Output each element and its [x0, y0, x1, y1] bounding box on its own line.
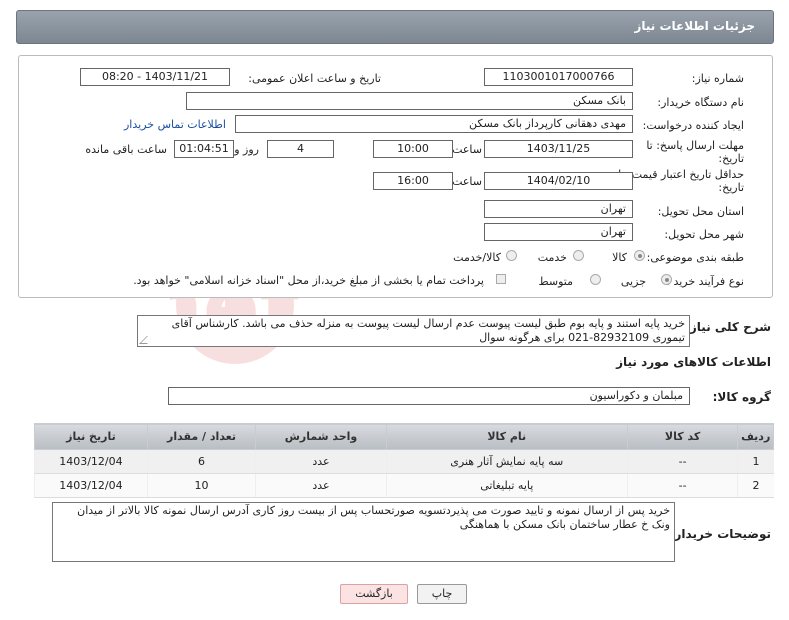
goods-group-field[interactable]: مبلمان و دکوراسیون [168, 387, 690, 405]
validity-label: حداقل تاریخ اعتبار قیمت: تا [618, 168, 744, 181]
creator-field[interactable]: مهدی دهقانی کارپرداز بانک مسکن [235, 115, 633, 133]
item-quantity: 10 [146, 473, 256, 498]
description-textarea[interactable]: خرید پایه استند و پایه بوم طبق لیست پیوس… [137, 315, 690, 347]
page-title: جزئیات اطلاعات نیاز [634, 19, 755, 33]
table-row[interactable]: 2 -- پایه تبلیغاتی عدد 10 1403/12/04 [34, 473, 774, 498]
announce-date-label: تاریخ و ساعت اعلان عمومی: [248, 72, 381, 85]
items-table: ردیف کد کالا نام کالا واحد شمارش تعداد /… [34, 423, 774, 498]
days-field[interactable]: 4 [267, 140, 334, 158]
description-label: شرح کلی نیاز: [685, 320, 771, 334]
deadline-time-label: ساعت [452, 143, 482, 156]
remaining-time-field[interactable]: 01:04:51 [174, 140, 234, 158]
province-label: استان محل تحویل: [657, 205, 744, 218]
column-header: واحد شمارش [255, 423, 387, 450]
column-header: کد کالا [626, 423, 739, 450]
treasury-payment-text: پرداخت تمام یا بخشی از مبلغ خرید،از محل … [133, 274, 484, 287]
item-unit: عدد [255, 473, 387, 498]
category-option-goods: کالا [612, 251, 627, 264]
validity-date-label: تاریخ: [718, 181, 744, 194]
category-option-goods-service: کالا/خدمت [453, 251, 501, 264]
column-header: تاریخ نیاز [34, 423, 148, 450]
city-label: شهر محل تحویل: [664, 228, 744, 241]
deadline-date-label: تاریخ: [718, 152, 744, 165]
item-unit: عدد [255, 449, 387, 474]
goods-section-title: اطلاعات کالاهای مورد نیاز [616, 355, 771, 369]
deadline-label: مهلت ارسال پاسخ: تا [646, 139, 744, 152]
buyer-name-label: نام دستگاه خریدار: [657, 96, 744, 109]
item-code: -- [626, 473, 738, 498]
back-button[interactable]: بازگشت [340, 584, 408, 604]
column-header: تعداد / مقدار [146, 423, 257, 450]
deadline-time-field[interactable]: 10:00 [373, 140, 453, 158]
category-label: طبقه بندی موضوعی: [646, 251, 744, 264]
category-option-service: خدمت [537, 251, 567, 264]
items-table-wrapper: ردیف کد کالا نام کالا واحد شمارش تعداد /… [34, 423, 774, 498]
table-row[interactable]: 1 -- سه پایه نمایش آثار هنری عدد 6 1403/… [34, 449, 774, 474]
table-header-row: ردیف کد کالا نام کالا واحد شمارش تعداد /… [34, 423, 774, 450]
item-name: سه پایه نمایش آثار هنری [385, 449, 628, 474]
remaining-time-label: ساعت باقی مانده [85, 143, 167, 156]
need-number-label: شماره نیاز: [691, 72, 744, 85]
item-name: پایه تبلیغاتی [385, 473, 628, 498]
buyer-notes-label: توضیحات خریدار: [669, 527, 771, 541]
creator-label: ایجاد کننده درخواست: [642, 119, 744, 132]
process-radio-minor[interactable] [661, 274, 672, 285]
validity-time-label: ساعت [452, 175, 482, 188]
item-need-date: 1403/12/04 [34, 473, 148, 498]
column-header: ردیف [737, 423, 774, 450]
process-option-medium: متوسط [538, 275, 573, 288]
row-number: 2 [737, 473, 774, 498]
category-radio-goods[interactable] [634, 250, 645, 261]
buyer-name-field[interactable]: بانک مسکن [186, 92, 633, 110]
treasury-payment-checkbox[interactable] [496, 274, 506, 284]
item-need-date: 1403/12/04 [34, 449, 148, 474]
process-type-label: نوع فرآیند خرید : [666, 275, 744, 288]
deadline-date-field[interactable]: 1403/11/25 [484, 140, 633, 158]
process-radio-medium[interactable] [590, 274, 601, 285]
item-quantity: 6 [146, 449, 256, 474]
buyer-notes-textarea[interactable]: خرید پس از ارسال نمونه و تایید صورت می پ… [52, 502, 675, 562]
goods-group-label: گروه کالا: [712, 390, 771, 404]
announce-date-field[interactable]: 1403/11/21 - 08:20 [80, 68, 230, 86]
print-button[interactable]: چاپ [417, 584, 467, 604]
column-header: نام کالا [385, 423, 628, 450]
city-field[interactable]: تهران [484, 223, 633, 241]
validity-time-field[interactable]: 16:00 [373, 172, 453, 190]
row-number: 1 [737, 449, 774, 474]
province-field[interactable]: تهران [484, 200, 633, 218]
days-label: روز و [234, 143, 259, 156]
validity-date-field[interactable]: 1404/02/10 [484, 172, 633, 190]
category-radio-goods-service[interactable] [506, 250, 517, 261]
item-code: -- [626, 449, 738, 474]
buyer-contact-link[interactable]: اطلاعات تماس خریدار [124, 118, 226, 131]
page-header: جزئیات اطلاعات نیاز [16, 10, 774, 44]
category-radio-service[interactable] [573, 250, 584, 261]
process-option-minor: جزیی [620, 275, 646, 288]
need-number-field[interactable]: 1103001017000766 [484, 68, 633, 86]
